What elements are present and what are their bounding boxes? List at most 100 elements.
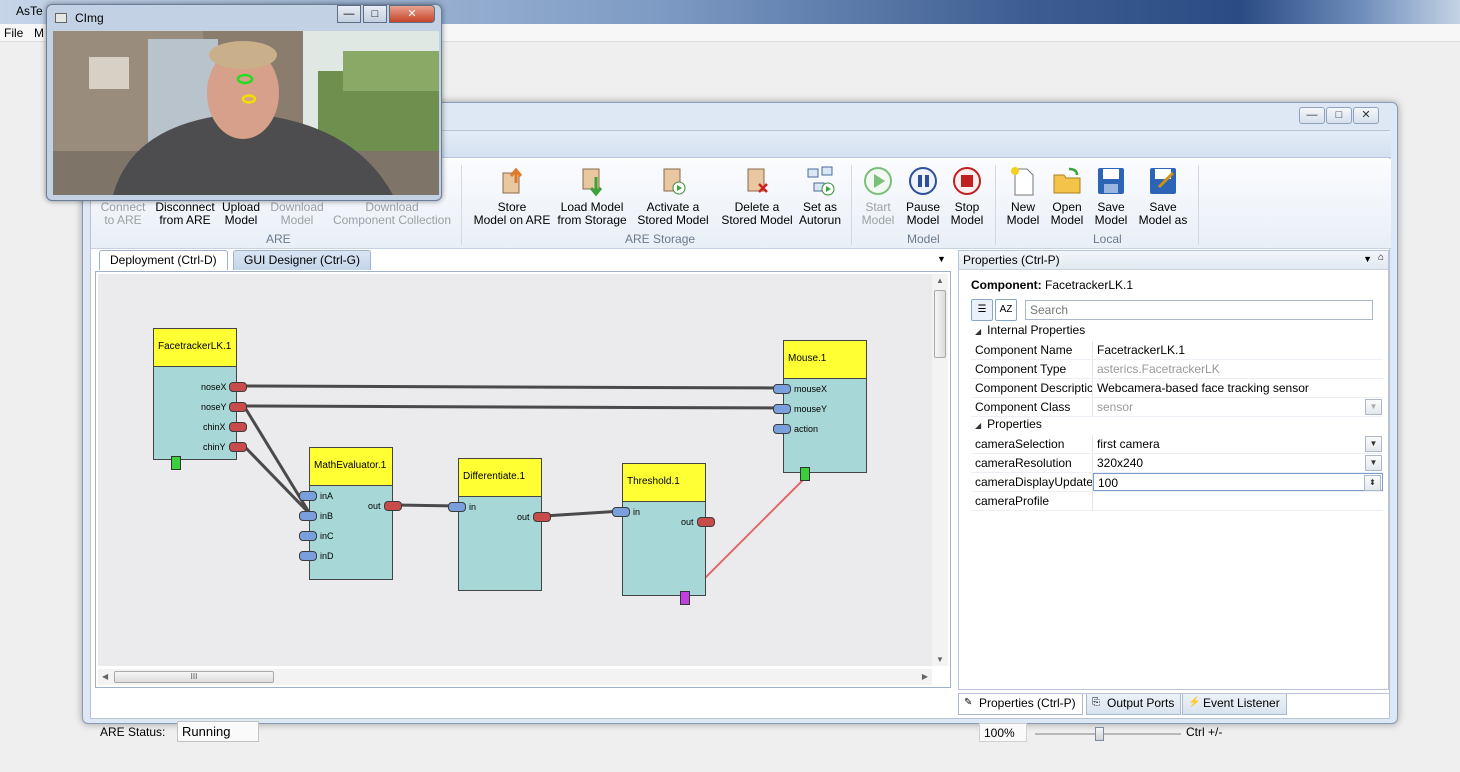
new-model-button[interactable]: New Model [1003,163,1043,227]
vertical-scroll-thumb[interactable] [934,290,946,358]
port-label: action [794,424,819,434]
component-label: Component: [971,278,1042,292]
property-value[interactable]: Webcamera-based face tracking sensor [1093,379,1383,397]
scroll-down-icon[interactable]: ▼ [936,655,944,664]
category-properties[interactable]: ◢ Properties [971,417,1383,435]
camera-display-update-stepper[interactable]: 100 ⬍ [1093,473,1383,491]
collapse-icon[interactable]: ◢ [975,421,981,430]
node-threshold[interactable]: Threshold.1 in out [622,463,706,596]
stop-model-button[interactable]: Stop Model [947,163,987,227]
cimg-window[interactable]: CImg — □ ✕ [46,4,442,201]
property-value[interactable]: FacetrackerLK.1 [1093,341,1383,359]
scroll-up-icon[interactable]: ▲ [936,276,944,285]
tab-gui-designer[interactable]: GUI Designer (Ctrl-G) [233,250,372,270]
deployment-canvas[interactable]: FacetrackerLK.1 noseX noseY chinX chinY … [98,274,932,666]
ribbon-group-are-storage-label: ARE Storage [625,232,696,246]
pause-model-button[interactable]: Pause Model [901,163,945,227]
port-ina[interactable] [299,491,317,501]
categorized-view-icon[interactable]: ☰ [971,299,993,321]
save-model-as-button[interactable]: Save Model as [1135,163,1191,227]
port-threshold-in[interactable] [612,507,630,517]
scroll-left-icon[interactable]: ◀ [102,672,108,681]
port-diff-in[interactable] [448,502,466,512]
scroll-right-icon[interactable]: ▶ [922,672,928,681]
canvas-vertical-scrollbar[interactable]: ▲ ▼ [932,274,948,666]
property-name: cameraDisplayUpdate [971,473,1093,491]
node-mouse[interactable]: Mouse.1 mouseX mouseY action [783,340,867,473]
port-inb[interactable] [299,511,317,521]
menu-file[interactable]: File [4,26,23,40]
port-nosey[interactable] [229,402,247,412]
channel-diff-threshold[interactable] [543,509,623,518]
channel-nosex-mousex[interactable] [243,384,785,390]
load-icon [582,168,603,197]
properties-title: Properties (Ctrl-P) [963,253,1060,267]
channel-chiny-inb[interactable] [242,444,312,516]
node-differentiate[interactable]: Differentiate.1 in out [458,458,542,591]
dropdown-arrow-icon[interactable]: ▼ [1365,455,1382,471]
port-chinx[interactable] [229,422,247,432]
port-label: noseY [201,402,227,412]
tab-event-listener[interactable]: ⚡ Event Listener [1182,694,1287,715]
open-model-button[interactable]: Open Model [1047,163,1087,227]
cimg-maximize-button[interactable]: □ [363,5,387,23]
set-as-autorun-button[interactable]: Set as Autorun [795,163,845,227]
dropdown-arrow-icon[interactable]: ▼ [1365,436,1382,452]
cimg-title: CImg [75,11,104,25]
minimize-button[interactable]: — [1299,107,1325,124]
zoom-slider[interactable] [1035,727,1181,741]
port-action[interactable] [773,424,791,434]
port-chiny[interactable] [229,442,247,452]
horizontal-scroll-thumb[interactable]: III [114,671,274,683]
zoom-shortcut-hint: Ctrl +/- [1186,725,1223,739]
port-diff-out[interactable] [533,512,551,522]
port-ind[interactable] [299,551,317,561]
port-mousey[interactable] [773,404,791,414]
delete-stored-model-button[interactable]: Delete a Stored Model [719,163,795,227]
panel-menu-icon[interactable]: ▼ [1363,254,1372,264]
tab-properties[interactable]: ✎ Properties (Ctrl-P) [958,694,1083,715]
load-model-from-storage-button[interactable]: Load Model from Storage [555,163,629,227]
cimg-app-icon [55,13,67,23]
properties-search-input[interactable] [1025,300,1373,320]
close-button[interactable]: ✕ [1353,107,1379,124]
port-label: out [681,517,694,527]
activate-stored-model-button[interactable]: Activate a Stored Model [631,163,715,227]
property-row: cameraSelection first camera ▼ [971,435,1383,454]
alphabetical-sort-icon[interactable]: AZ [995,299,1017,321]
event-listener-port[interactable] [800,467,810,481]
property-row: Component Type asterics.FacetrackerLK [971,360,1383,379]
port-inc[interactable] [299,531,317,541]
tab-menu-icon[interactable]: ▼ [937,254,946,264]
save-model-button[interactable]: Save Model [1091,163,1131,227]
cimg-close-button[interactable]: ✕ [389,5,435,23]
collapse-icon[interactable]: ◢ [975,327,981,336]
property-value[interactable] [1093,492,1383,510]
spinner-icon[interactable]: ⬍ [1364,475,1381,491]
node-facetracker[interactable]: FacetrackerLK.1 noseX noseY chinX chinY [153,328,237,460]
event-trigger-port[interactable] [171,456,181,470]
pin-icon[interactable]: ⌂ [1378,252,1384,263]
cimg-minimize-button[interactable]: — [337,5,361,23]
event-trigger-port[interactable] [680,591,690,605]
node-math-evaluator[interactable]: MathEvaluator.1 inA inB inC inD out [309,447,393,580]
zoom-slider-thumb[interactable] [1095,727,1104,741]
camera-resolution-dropdown[interactable]: 320x240 ▼ [1093,454,1383,472]
port-nosex[interactable] [229,382,247,392]
maximize-button[interactable]: □ [1326,107,1352,124]
menu-model[interactable]: M [34,26,44,40]
category-internal-properties[interactable]: ◢ Internal Properties [971,323,1383,341]
camera-selection-dropdown[interactable]: first camera ▼ [1093,435,1383,453]
tab-output-ports[interactable]: ⎘ Output Ports [1086,694,1182,715]
are-status-value: Running [177,721,259,742]
tab-deployment[interactable]: Deployment (Ctrl-D) [99,250,228,270]
canvas-horizontal-scrollbar[interactable]: ◀ III ▶ [98,669,932,685]
port-threshold-out[interactable] [697,517,715,527]
channel-nosey-mousey[interactable] [243,404,785,410]
properties-header: Properties (Ctrl-P) ▼ ⌂ [959,251,1388,270]
store-model-on-are-button[interactable]: Store Model on ARE [471,163,553,227]
start-model-button[interactable]: Start Model [857,163,899,227]
document-tabs: Deployment (Ctrl-D) GUI Designer (Ctrl-G… [91,250,951,271]
port-mousex[interactable] [773,384,791,394]
port-math-out[interactable] [384,501,402,511]
